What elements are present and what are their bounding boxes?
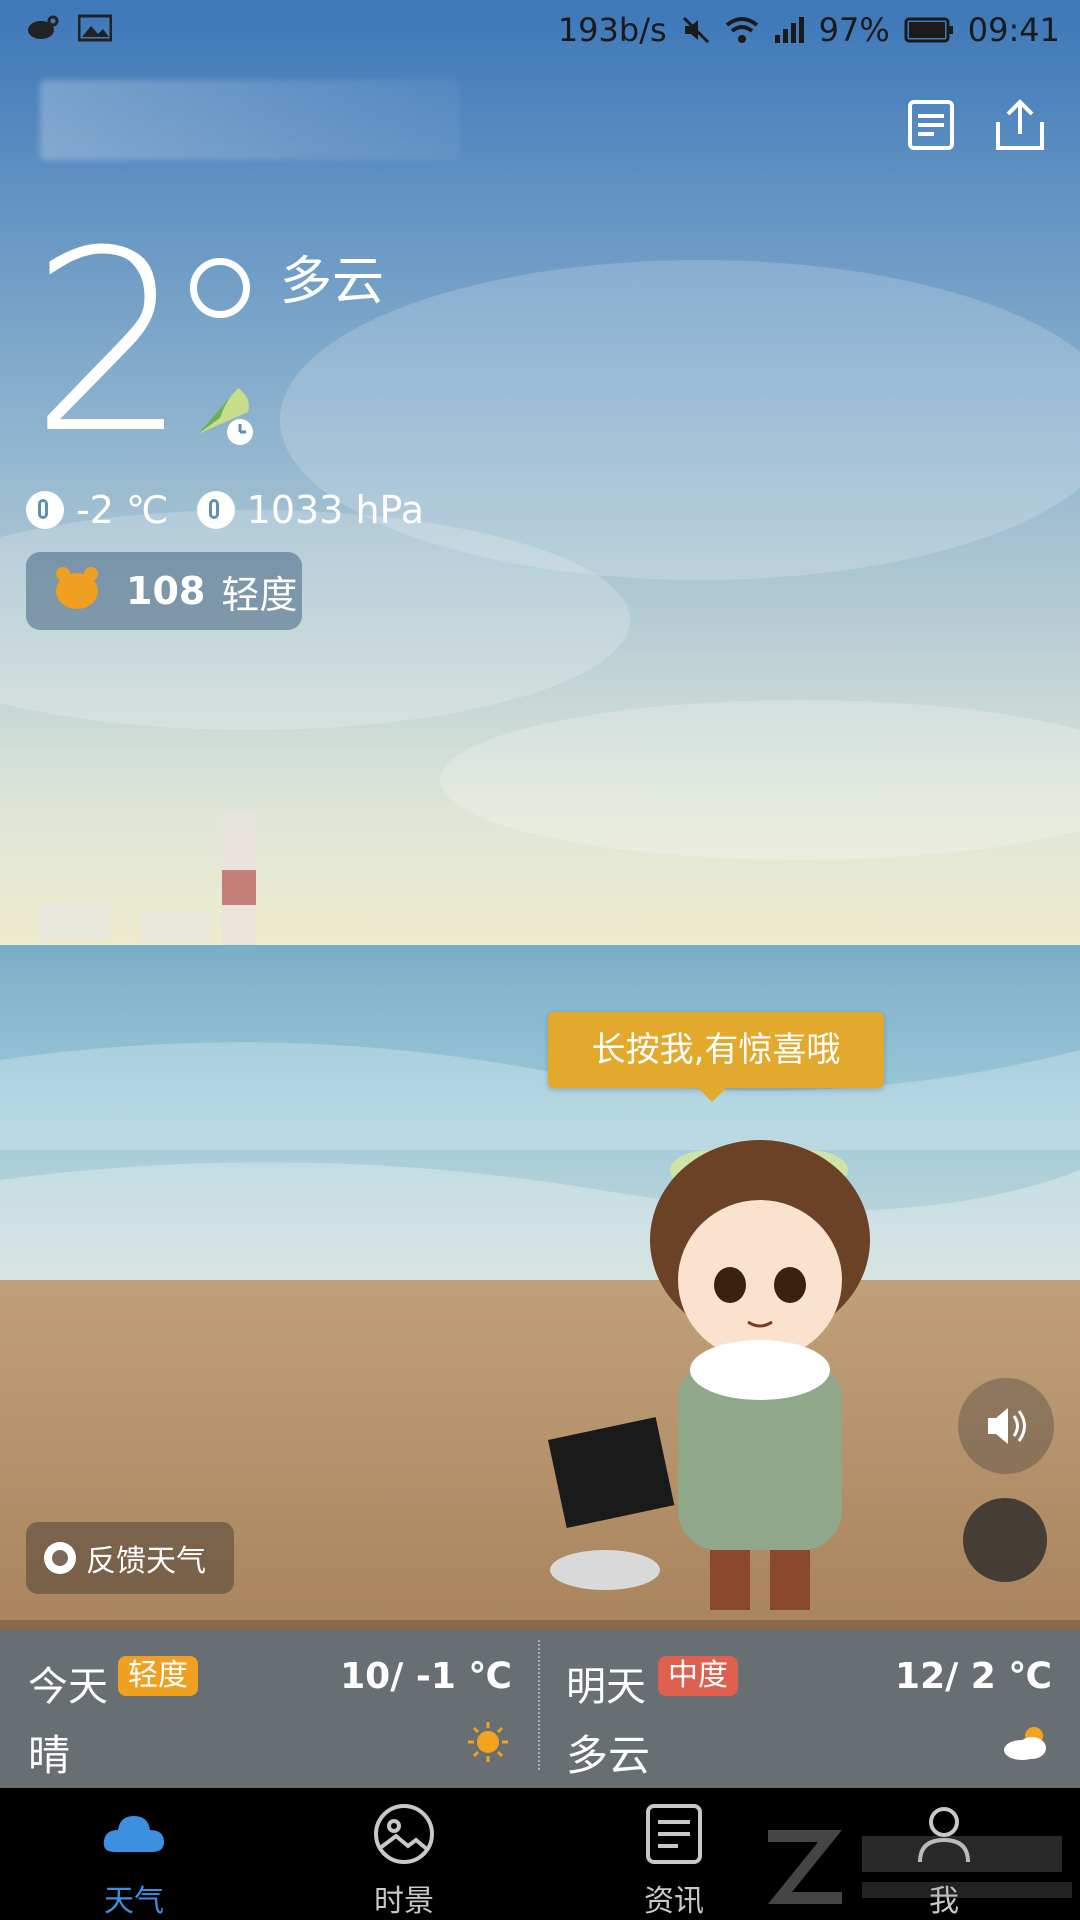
speaker-icon: [988, 1408, 1026, 1444]
umbrella-icon[interactable]: [190, 378, 260, 448]
pressure: 1033 hPa: [246, 488, 425, 532]
mascot-speech-bubble[interactable]: 长按我,有惊喜哦: [548, 1012, 884, 1102]
share-icon[interactable]: [990, 96, 1050, 156]
forecast-panel: 今天 轻度 10/ -1 ℃ 晴 明天 中度 12/ 2 ℃ 多云: [0, 1620, 1080, 1788]
mascot-character[interactable]: [680, 1090, 880, 1590]
feels-like: -2 ℃: [76, 488, 169, 532]
feedback-button[interactable]: 反馈天气: [26, 1522, 234, 1594]
feedback-icon: [44, 1542, 76, 1574]
net-speed: 193b/s: [557, 11, 667, 49]
forecast-aqi-badge: 轻度: [118, 1656, 198, 1696]
battery-percent: 97%: [818, 11, 890, 49]
forecast-day-label: 今天: [28, 1664, 108, 1710]
signal-icon: [774, 17, 804, 43]
feedback-label: 反馈天气: [86, 1544, 206, 1579]
current-temperature: 2: [30, 197, 189, 488]
city-name-blurred[interactable]: [40, 80, 460, 160]
forecast-today[interactable]: 今天 轻度 10/ -1 ℃ 晴: [0, 1620, 540, 1788]
nav-label: 时景: [374, 1884, 434, 1919]
current-condition: 多云: [280, 252, 385, 312]
nav-news[interactable]: 资讯: [604, 1788, 744, 1920]
partly-cloudy-icon: [1004, 1727, 1046, 1760]
forecast-aqi-badge: 中度: [658, 1656, 738, 1696]
forecast-tomorrow[interactable]: 明天 中度 12/ 2 ℃ 多云: [540, 1620, 1080, 1788]
aqi-face-icon: [56, 567, 98, 609]
degree-symbol: [190, 258, 250, 318]
weibo-icon: [28, 15, 59, 39]
aqi-badge[interactable]: 108 轻度: [26, 552, 302, 630]
sun-icon: [468, 1722, 508, 1762]
weather-details: -2 ℃ 1033 hPa: [26, 488, 424, 532]
thermometer-icon: [26, 491, 64, 529]
mute-icon: [682, 16, 709, 44]
aqi-level: 轻度: [221, 572, 298, 617]
nav-scenery[interactable]: 时景: [334, 1788, 474, 1920]
forecast-condition: 晴: [28, 1731, 71, 1780]
clock: 09:41: [967, 11, 1060, 49]
watermark-logo: [768, 1830, 1072, 1904]
forecast-temp: 10/ -1 ℃: [340, 1656, 512, 1697]
haze-season-icon[interactable]: [962, 1500, 1050, 1592]
forecast-temp: 12/ 2 ℃: [895, 1656, 1052, 1697]
nav-weather[interactable]: 天气: [64, 1788, 204, 1920]
nav-label: 资讯: [644, 1884, 704, 1919]
wifi-icon: [725, 17, 758, 43]
image-icon: [78, 14, 112, 42]
pressure-icon: [196, 491, 235, 529]
news-icon: [646, 1804, 702, 1864]
forecast-condition: 多云: [566, 1731, 651, 1780]
nav-label: 天气: [104, 1884, 164, 1919]
speaker-button[interactable]: [958, 1378, 1054, 1474]
list-icon[interactable]: [902, 96, 962, 156]
status-bar: 193b/s 97% 09:41: [0, 0, 1080, 62]
forecast-day-label: 明天: [566, 1664, 646, 1710]
cloud-icon: [103, 1816, 164, 1852]
aqi-value: 108: [126, 569, 206, 613]
photo-icon: [374, 1804, 434, 1864]
battery-icon: [904, 17, 953, 43]
